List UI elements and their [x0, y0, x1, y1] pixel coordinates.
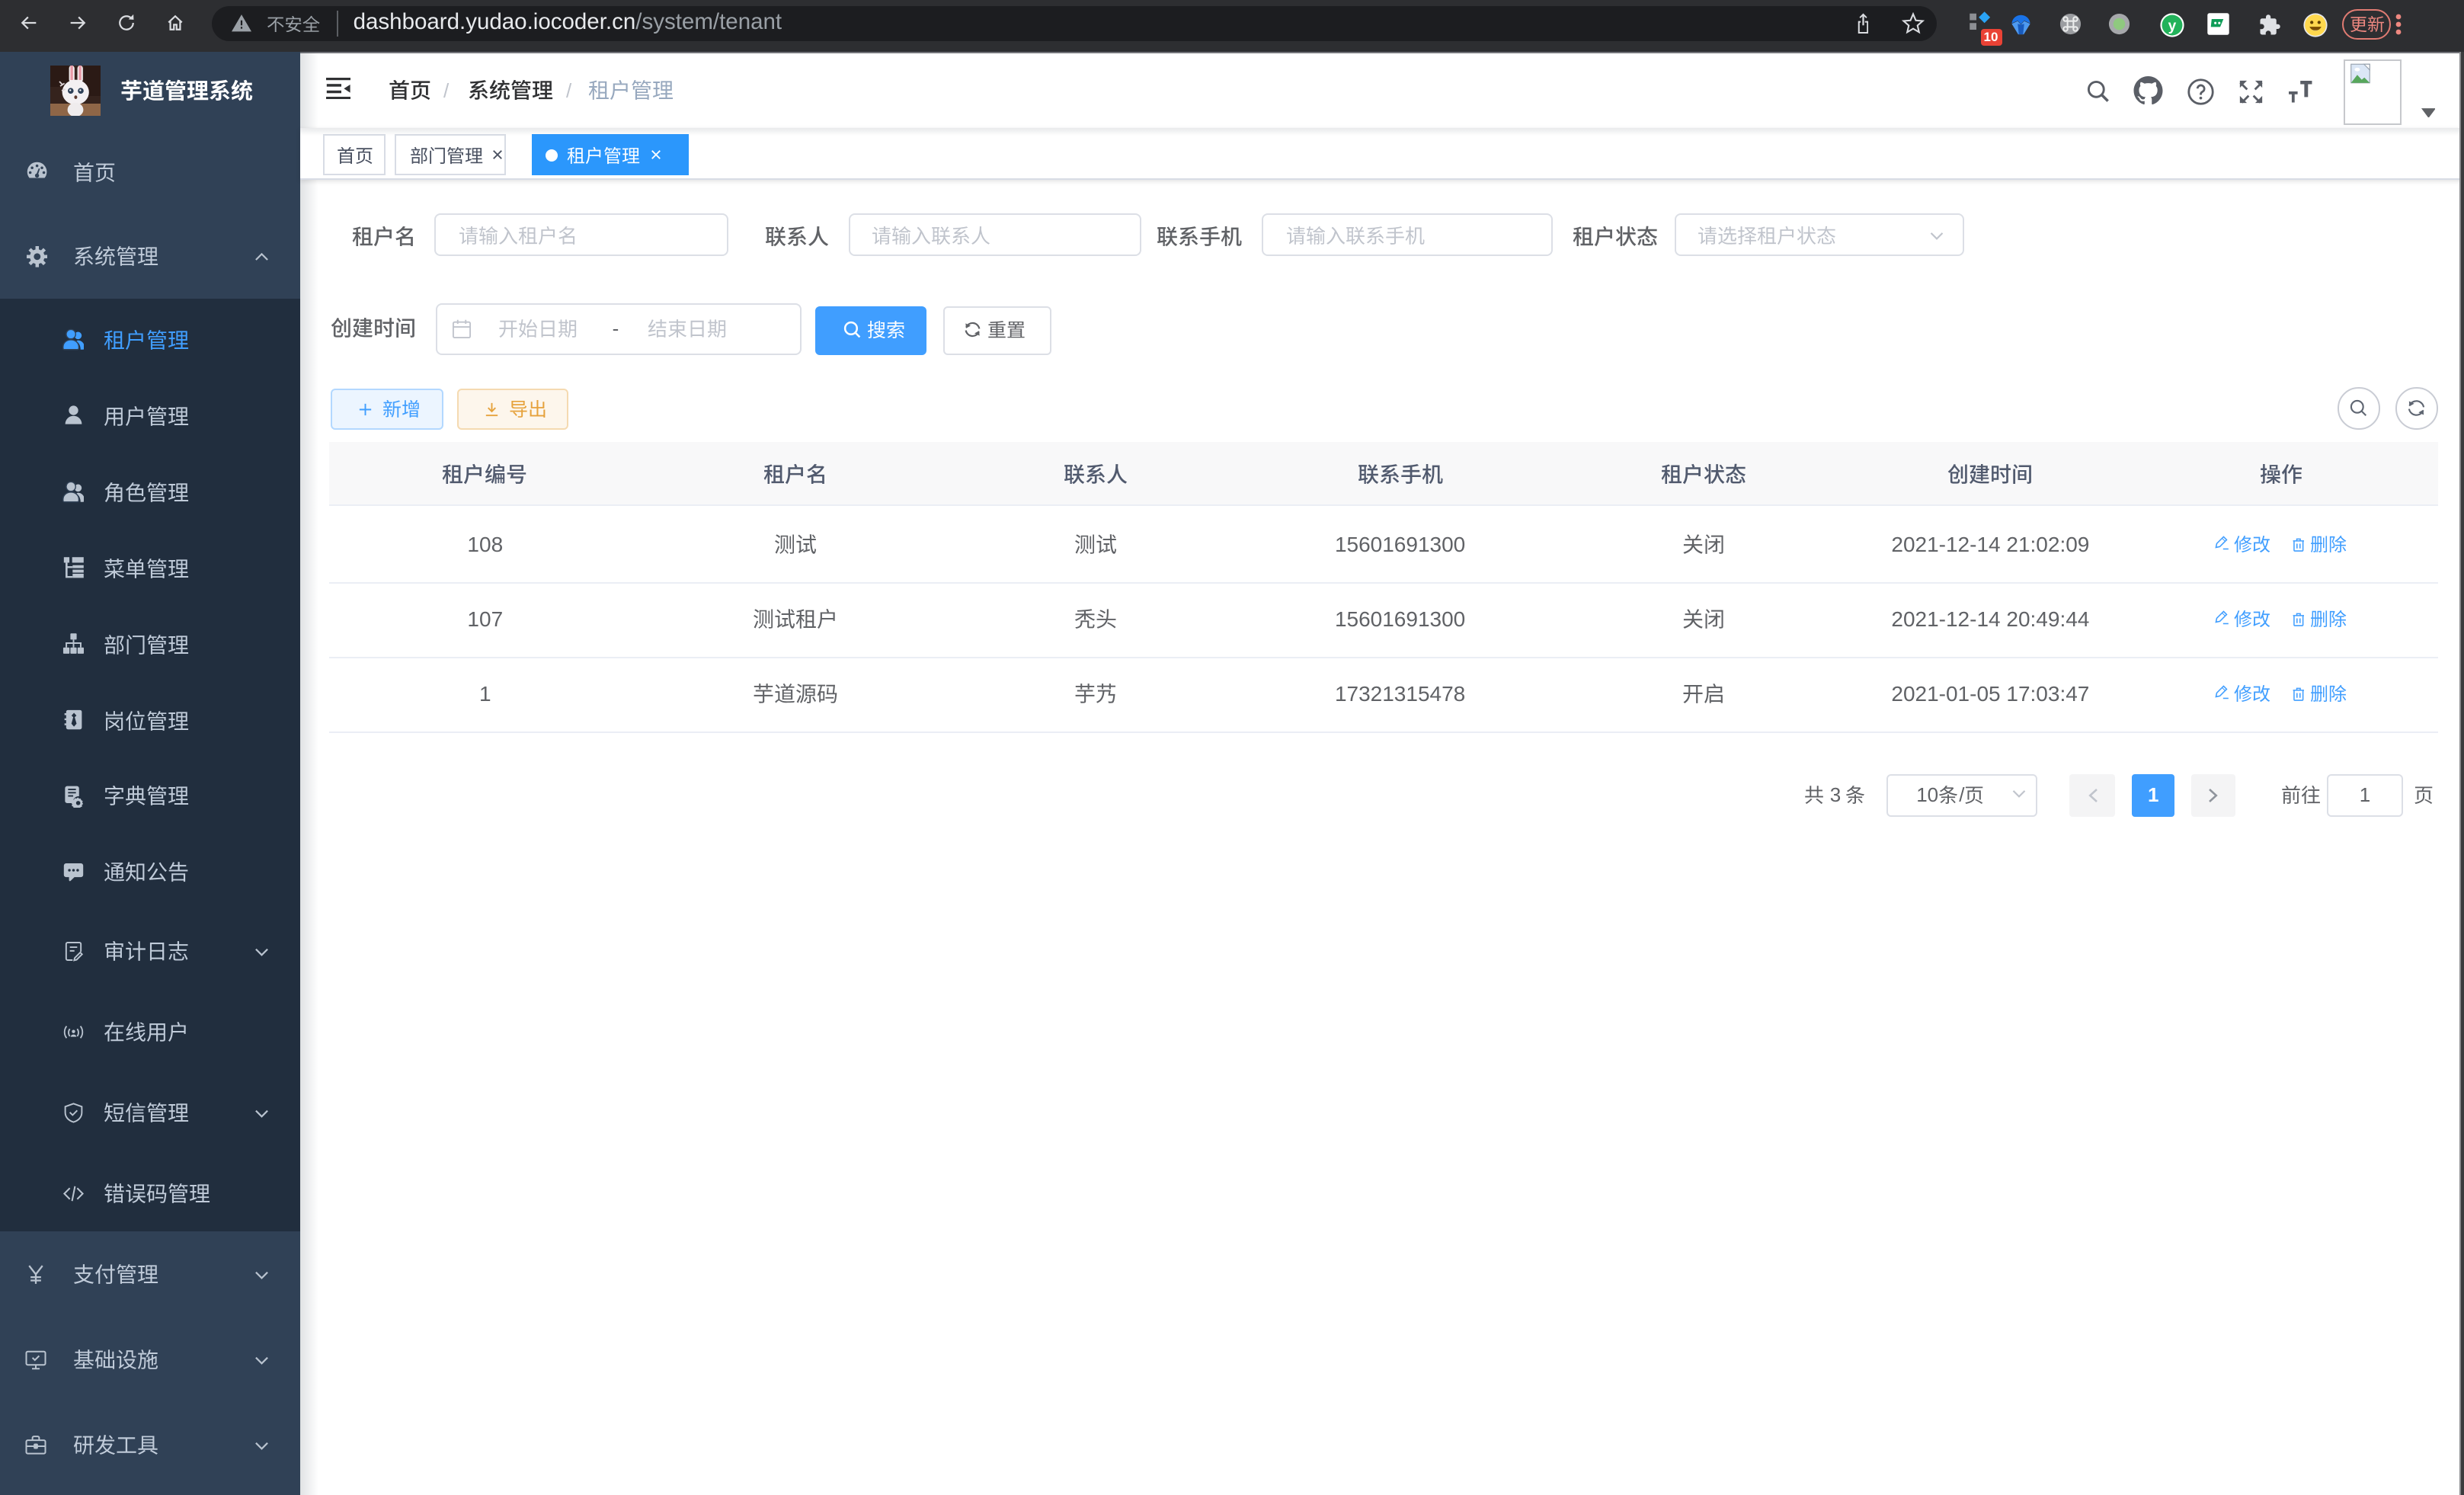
svg-text:y: y [2168, 18, 2176, 34]
